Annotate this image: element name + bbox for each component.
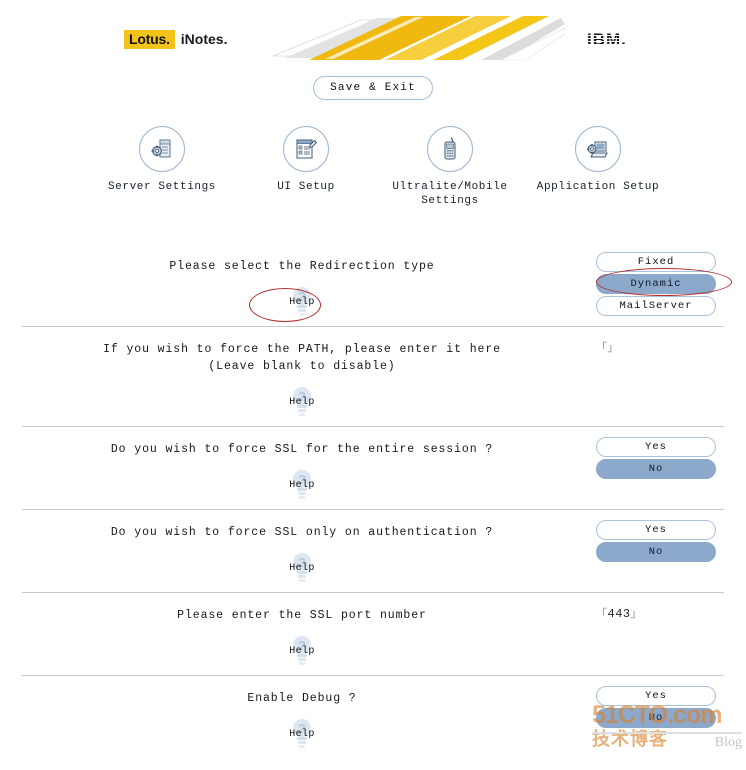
option-dynamic[interactable]: Dynamic <box>596 274 716 294</box>
question-label-enable-debug: Enable Debug ? <box>247 692 357 705</box>
mobile-phone-icon <box>444 137 456 160</box>
form-row-force-path: If you wish to force the PATH, please en… <box>22 326 724 426</box>
option-no[interactable]: No <box>596 708 716 728</box>
save-and-exit-button[interactable]: Save & Exit <box>313 76 433 100</box>
option-yes[interactable]: Yes <box>596 520 716 540</box>
mobile-settings-icon-frame <box>427 126 473 172</box>
toolbar-label-ultralite-mobile-settings: Ultralite/Mobile Settings <box>392 181 508 207</box>
lotus-wordmark: Lotus. <box>124 30 175 49</box>
help-link-force-ssl-auth[interactable]: ? Help <box>282 553 322 587</box>
question-label-force-path-line1: If you wish to force the PATH, please en… <box>103 343 501 356</box>
help-link-force-path[interactable]: ? Help <box>282 387 322 421</box>
question-label-force-ssl-session: Do you wish to force SSL for the entire … <box>110 443 494 456</box>
help-link-ssl-port[interactable]: ? Help <box>282 636 322 670</box>
option-mailserver[interactable]: MailServer <box>596 296 716 316</box>
lotus-inotes-logo: Lotus. iNotes. <box>124 30 227 49</box>
field-bracket-close: 」 <box>630 609 643 621</box>
question-block-force-ssl-session: Do you wish to force SSL for the entire … <box>22 427 582 509</box>
question-block-force-ssl-auth: Do you wish to force SSL only on authent… <box>22 510 582 592</box>
ui-setup-icon-frame <box>283 126 329 172</box>
option-group-redirection-type: Fixed Dynamic MailServer <box>596 252 724 318</box>
banner-swoosh-graphic <box>272 16 565 61</box>
field-bracket-open: 「 <box>596 609 608 621</box>
page-header: Lotus. iNotes. IBM. <box>0 0 746 68</box>
save-exit-bar: Save & Exit <box>0 76 746 100</box>
application-setup-icon <box>587 141 608 158</box>
settings-form: Please select the Redirection type ? Hel… <box>0 244 746 758</box>
help-label: Help <box>289 397 315 408</box>
field-bracket-open: 「 <box>596 343 608 355</box>
field-bracket-close: 」 <box>607 343 619 355</box>
server-settings-icon <box>151 139 171 158</box>
question-label-ssl-port: Please enter the SSL port number <box>177 609 427 622</box>
form-row-force-ssl-auth: Do you wish to force SSL only on authent… <box>22 509 724 592</box>
toolbar-label-application-setup: Application Setup <box>536 181 660 193</box>
option-yes[interactable]: Yes <box>596 437 716 457</box>
input-group-ssl-port: 「443」 <box>596 605 724 621</box>
option-no[interactable]: No <box>596 542 716 562</box>
toolbar-label-ui-setup: UI Setup <box>277 181 335 193</box>
ibm-logo: IBM. <box>587 30 627 49</box>
question-label-redirection-type: Please select the Redirection type <box>169 260 435 273</box>
help-label: Help <box>289 480 315 491</box>
toolbar-item-ultralite-mobile-settings[interactable]: Ultralite/Mobile Settings <box>385 126 515 208</box>
server-settings-icon-frame <box>139 126 185 172</box>
toolbar-label-server-settings: Server Settings <box>107 181 217 193</box>
option-group-enable-debug: Yes No <box>596 686 724 730</box>
toolbar-item-application-setup[interactable]: Application Setup <box>533 126 663 194</box>
option-no[interactable]: No <box>596 459 716 479</box>
help-link-force-ssl-session[interactable]: ? Help <box>282 470 322 504</box>
option-fixed[interactable]: Fixed <box>596 252 716 272</box>
option-group-force-ssl-session: Yes No <box>596 437 724 481</box>
help-label: Help <box>289 646 315 657</box>
option-group-force-ssl-auth: Yes No <box>596 520 724 564</box>
help-label: Help <box>289 297 315 308</box>
form-row-force-ssl-session: Do you wish to force SSL for the entire … <box>22 426 724 509</box>
question-block-redirection-type: Please select the Redirection type ? Hel… <box>22 244 582 326</box>
question-block-ssl-port: Please enter the SSL port number ? Help <box>22 593 582 675</box>
toolbar-item-server-settings[interactable]: Server Settings <box>97 126 227 194</box>
application-setup-icon-frame <box>575 126 621 172</box>
form-row-enable-debug: Enable Debug ? ? Help Yes No <box>22 675 724 758</box>
path-input-field[interactable]: 「」 <box>596 339 724 355</box>
question-label-force-path-line2: (Leave blank to disable) <box>208 360 396 373</box>
inotes-wordmark: iNotes. <box>180 31 228 47</box>
help-link-enable-debug[interactable]: ? Help <box>282 719 322 753</box>
question-label-force-ssl-auth: Do you wish to force SSL only on authent… <box>110 526 494 539</box>
settings-toolbar: Server Settings UI Setup Ultralite/Mobil… <box>0 126 746 218</box>
ui-setup-icon <box>296 139 318 159</box>
form-row-redirection-type: Please select the Redirection type ? Hel… <box>22 244 732 326</box>
form-row-ssl-port: Please enter the SSL port number ? Help … <box>22 592 724 675</box>
question-block-enable-debug: Enable Debug ? ? Help <box>22 676 582 758</box>
ssl-port-input-field[interactable]: 「443」 <box>596 605 724 621</box>
help-link-redirection-type[interactable]: ? Help <box>282 287 322 321</box>
ssl-port-input-value: 443 <box>607 607 631 621</box>
help-label: Help <box>289 563 315 574</box>
toolbar-item-ui-setup[interactable]: UI Setup <box>241 126 371 194</box>
option-yes[interactable]: Yes <box>596 686 716 706</box>
question-block-force-path: If you wish to force the PATH, please en… <box>22 327 582 426</box>
help-label: Help <box>289 729 315 740</box>
input-group-force-path: 「」 <box>596 339 724 355</box>
